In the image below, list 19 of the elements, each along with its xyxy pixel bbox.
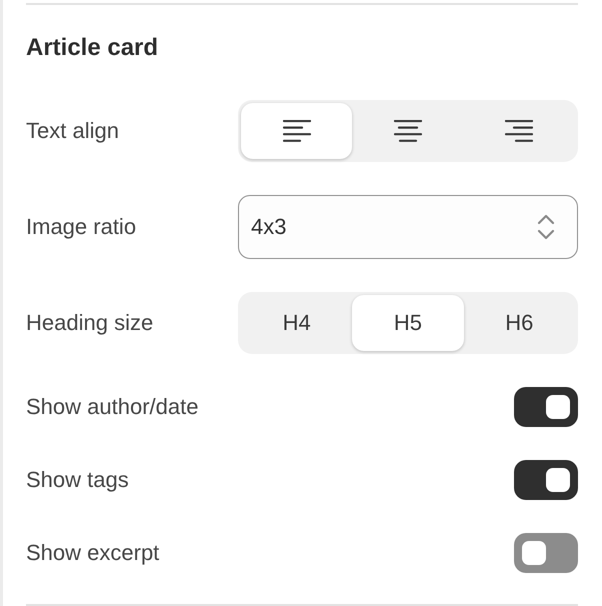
toggle-switch[interactable]	[514, 387, 578, 427]
align-center-icon	[394, 120, 422, 142]
align-left-button[interactable]	[241, 103, 352, 159]
setting-label: Heading size	[26, 309, 154, 337]
segment-tab[interactable]: H6	[464, 295, 575, 351]
toggle-switch[interactable]	[514, 533, 578, 573]
setting-label: Show excerpt	[26, 539, 160, 567]
align-right-icon	[505, 120, 534, 142]
ratio-select[interactable]: 4x3	[238, 195, 578, 259]
chevron-up-down-icon	[537, 214, 555, 240]
section-title: Article card	[26, 33, 158, 63]
setting-label: Show tags	[26, 466, 129, 494]
setting-label: Image ratio	[26, 213, 136, 241]
setting-label: Show author/date	[26, 393, 198, 421]
toggle-switch[interactable]	[514, 460, 578, 500]
align-left-icon	[282, 120, 311, 142]
setting-label: Text align	[26, 117, 119, 145]
segment-tab[interactable]: H4	[241, 295, 352, 351]
segment-tab[interactable]: H5	[352, 295, 464, 351]
